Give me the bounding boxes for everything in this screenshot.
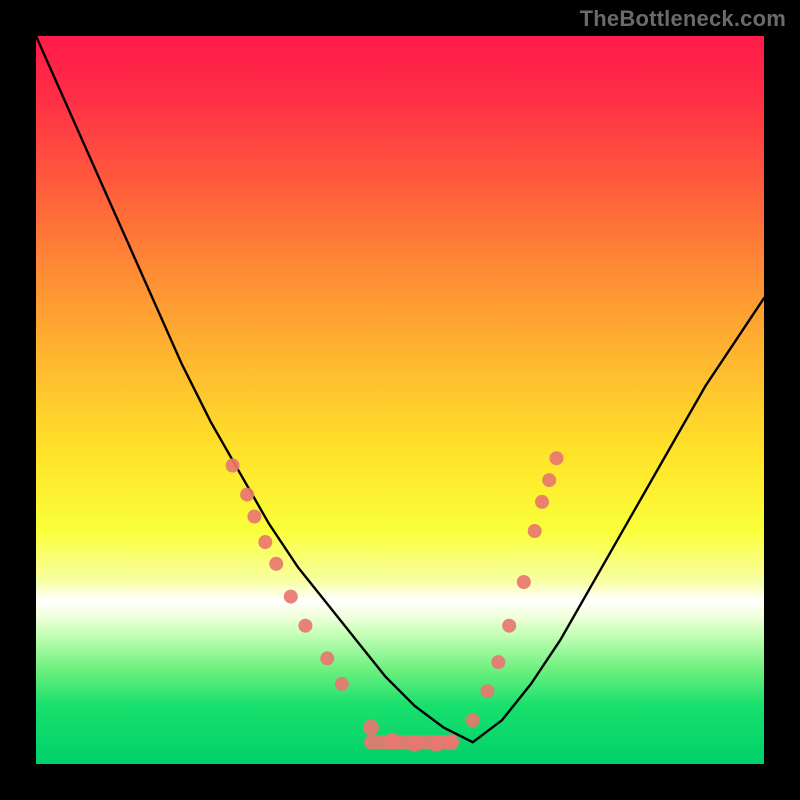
curve-marker bbox=[258, 535, 272, 549]
curve-marker bbox=[335, 677, 349, 691]
curve-marker bbox=[528, 524, 542, 538]
curve-marker bbox=[284, 590, 298, 604]
curve-marker bbox=[269, 557, 283, 571]
curve-marker bbox=[320, 651, 334, 665]
curve-marker bbox=[535, 495, 549, 509]
plot-area bbox=[36, 36, 764, 764]
curve-marker bbox=[428, 736, 444, 752]
curve-layer bbox=[36, 36, 764, 764]
curve-marker bbox=[517, 575, 531, 589]
curve-marker bbox=[491, 655, 505, 669]
curve-marker bbox=[443, 734, 459, 750]
curve-marker bbox=[247, 510, 261, 524]
curve-marker bbox=[240, 488, 254, 502]
curve-marker bbox=[502, 619, 516, 633]
curve-marker bbox=[550, 451, 564, 465]
curve-marker bbox=[542, 473, 556, 487]
curve-marker bbox=[363, 720, 379, 736]
chart-frame: TheBottleneck.com bbox=[0, 0, 800, 800]
curve-marker bbox=[226, 459, 240, 473]
bottleneck-curve bbox=[36, 36, 764, 742]
curve-marker bbox=[480, 684, 494, 698]
watermark-text: TheBottleneck.com bbox=[580, 6, 786, 32]
curve-marker bbox=[385, 733, 401, 749]
curve-marker bbox=[298, 619, 312, 633]
curve-marker bbox=[466, 713, 480, 727]
curve-marker bbox=[407, 736, 423, 752]
